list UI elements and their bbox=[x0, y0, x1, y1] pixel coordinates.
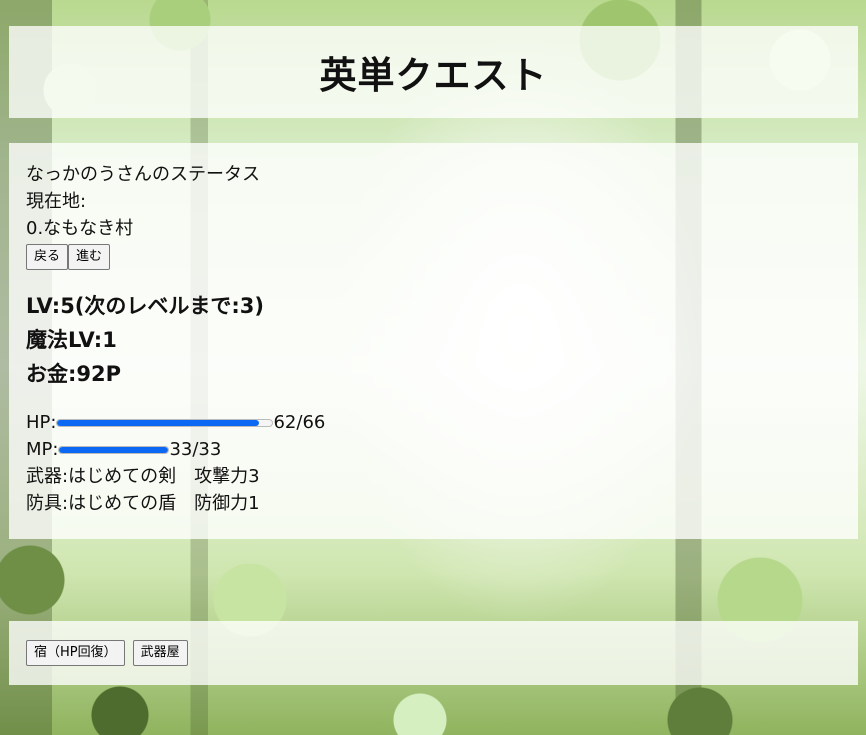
hp-bar bbox=[56, 418, 274, 427]
mp-row: MP: 33/33 bbox=[26, 436, 841, 463]
mp-value: 33/33 bbox=[169, 439, 222, 460]
hp-label: HP: bbox=[26, 412, 57, 433]
weapon-text: 武器:はじめての剣 攻撃力3 bbox=[26, 466, 260, 487]
mp-label: MP: bbox=[26, 439, 59, 460]
location-value: 0.なもなき村 bbox=[26, 218, 134, 239]
armor-text: 防具:はじめての盾 防御力1 bbox=[26, 493, 260, 514]
mp-bar-fill bbox=[59, 446, 169, 453]
mp-bar bbox=[58, 445, 170, 454]
hp-bar-fill bbox=[57, 419, 260, 426]
magic-level-text: 魔法LV:1 bbox=[26, 328, 117, 352]
weapon-shop-button[interactable]: 武器屋 bbox=[132, 640, 188, 666]
forward-button[interactable]: 進む bbox=[68, 244, 111, 270]
location-nav: 戻る 進む bbox=[26, 244, 841, 272]
title-panel: 英単クエスト bbox=[9, 26, 858, 118]
hp-value: 62/66 bbox=[273, 412, 326, 433]
level-text: LV:5(次のレベルまで:3) bbox=[26, 294, 265, 318]
location-label: 現在地: bbox=[26, 191, 87, 212]
status-heading: なっかのうさんのステータス bbox=[26, 164, 260, 185]
back-button[interactable]: 戻る bbox=[26, 244, 69, 270]
vitals-block: HP: 62/66 MP: 33/33 武器:はじめての剣 攻撃力3 防具:はじ… bbox=[26, 409, 841, 517]
money-text: お金:92P bbox=[26, 362, 122, 386]
page-title: 英単クエスト bbox=[319, 54, 548, 97]
status-panel: なっかのうさんのステータス 現在地: 0.なもなき村 戻る 進む LV:5(次の… bbox=[9, 143, 858, 539]
stats-block: LV:5(次のレベルまで:3) 魔法LV:1 お金:92P bbox=[26, 289, 841, 391]
shop-panel: 宿（HP回復） 武器屋 bbox=[9, 621, 858, 685]
hp-row: HP: 62/66 bbox=[26, 409, 841, 436]
inn-button[interactable]: 宿（HP回復） bbox=[26, 640, 125, 666]
